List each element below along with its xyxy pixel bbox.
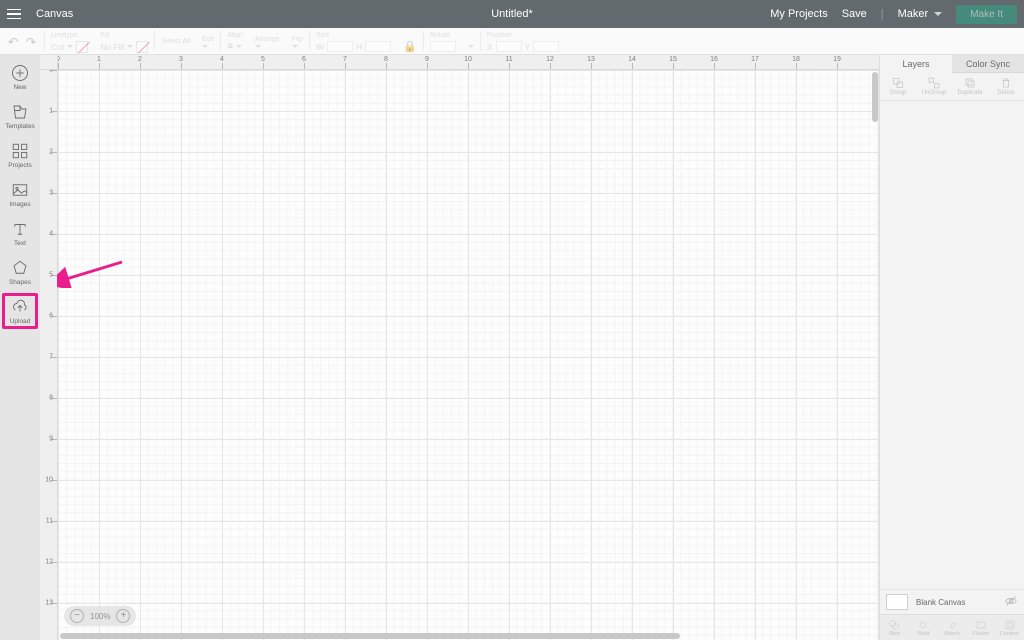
sidebar-item-new[interactable]: New — [2, 59, 38, 95]
fill-control[interactable]: Fill No Fill — [94, 28, 154, 54]
eye-off-icon — [1004, 594, 1018, 608]
linetype-swatch — [76, 41, 88, 53]
machine-label: Maker — [898, 8, 929, 20]
duplicate-icon — [964, 77, 976, 89]
left-sidebar: New Templates Projects Images Text Shape… — [0, 55, 40, 640]
chevron-down-icon — [934, 12, 942, 16]
app-header: Canvas Untitled* My Projects Save | Make… — [0, 0, 1024, 28]
duplicate-button[interactable]: Duplicate — [952, 73, 988, 100]
templates-icon — [11, 103, 29, 121]
chevron-down-icon — [67, 45, 73, 48]
edit-dropdown[interactable]: Edit — [196, 28, 220, 54]
contour-icon — [1004, 619, 1016, 631]
zoom-control[interactable]: − 100% + — [64, 606, 136, 626]
sidebar-item-projects[interactable]: Projects — [2, 137, 38, 173]
sidebar-item-label: New — [13, 84, 26, 91]
chevron-down-icon — [127, 45, 133, 48]
app-name: Canvas — [28, 8, 81, 20]
shapes-icon — [11, 259, 29, 277]
zoom-out-button[interactable]: − — [70, 609, 84, 623]
upload-icon — [11, 298, 29, 316]
properties-toolbar: ↶ ↷ Linetype Cut Fill No Fill Select All… — [0, 28, 1024, 55]
make-it-button[interactable]: Make It — [956, 5, 1017, 24]
tab-color-sync[interactable]: Color Sync — [952, 55, 1024, 73]
sidebar-item-label: Images — [9, 201, 30, 208]
canvas-layer-label: Blank Canvas — [916, 598, 965, 607]
my-projects-link[interactable]: My Projects — [770, 8, 827, 20]
undo-button[interactable]: ↶ — [8, 35, 18, 49]
machine-selector[interactable]: Maker — [898, 8, 943, 20]
sidebar-item-label: Projects — [8, 162, 31, 169]
lock-aspect-button[interactable]: 🔒 — [397, 28, 423, 54]
sidebar-item-upload[interactable]: Upload — [2, 293, 38, 329]
menu-button[interactable] — [0, 0, 28, 28]
sidebar-item-templates[interactable]: Templates — [2, 98, 38, 134]
position-control[interactable]: Position XY — [481, 28, 565, 54]
delete-button[interactable]: Delete — [988, 73, 1024, 100]
size-control[interactable]: Size WH — [310, 28, 397, 54]
plus-circle-icon — [11, 64, 29, 82]
ungroup-icon — [928, 77, 940, 89]
weld-icon — [917, 619, 929, 631]
weld-button[interactable]: Weld — [909, 615, 938, 640]
slice-button[interactable]: Slice — [880, 615, 909, 640]
sidebar-item-label: Text — [14, 240, 26, 247]
save-button[interactable]: Save — [842, 8, 867, 20]
sidebar-item-shapes[interactable]: Shapes — [2, 254, 38, 290]
group-button[interactable]: Group — [880, 73, 916, 100]
separator: | — [881, 8, 884, 20]
group-icon — [892, 77, 904, 89]
align-dropdown[interactable]: Align≡ — [221, 28, 249, 54]
visibility-toggle[interactable] — [1004, 594, 1018, 610]
rotate-control[interactable]: Rotate — [424, 28, 462, 54]
sidebar-item-images[interactable]: Images — [2, 176, 38, 212]
text-icon — [11, 220, 29, 238]
canvas-grid[interactable] — [58, 70, 879, 640]
chevron-down-icon — [468, 45, 474, 48]
chevron-down-icon — [236, 45, 242, 48]
zoom-value: 100% — [90, 612, 110, 621]
sidebar-item-text[interactable]: Text — [2, 215, 38, 251]
layers-list — [880, 101, 1024, 589]
right-panel: Layers Color Sync Group UnGroup Duplicat… — [879, 55, 1024, 640]
select-all-button[interactable]: Select All — [155, 28, 196, 54]
chevron-down-icon — [292, 45, 298, 48]
attach-icon — [946, 619, 958, 631]
horizontal-scrollbar[interactable] — [60, 633, 680, 639]
sidebar-item-label: Templates — [5, 123, 35, 130]
canvas-swatch — [886, 594, 908, 610]
ruler-horizontal: 012345678910111213141516171819 — [58, 55, 879, 70]
flip-dropdown[interactable]: Flip — [286, 28, 309, 54]
ruler-corner — [40, 55, 58, 70]
flatten-button[interactable]: Flatten — [966, 615, 995, 640]
vertical-scrollbar[interactable] — [872, 72, 878, 122]
sidebar-item-label: Upload — [10, 318, 31, 325]
lock-icon: 🔒 — [403, 40, 417, 53]
canvas-area[interactable]: 012345678910111213141516171819 012345678… — [40, 55, 879, 640]
image-icon — [11, 181, 29, 199]
flatten-icon — [975, 619, 987, 631]
ruler-vertical: 012345678910111213 — [40, 70, 58, 640]
linetype-control[interactable]: Linetype Cut — [45, 28, 94, 54]
fill-swatch — [136, 41, 148, 53]
slice-icon — [888, 619, 900, 631]
chevron-down-icon — [202, 45, 208, 48]
arrange-dropdown[interactable]: Arrange — [249, 28, 286, 54]
chevron-down-icon — [255, 45, 261, 48]
projects-icon — [11, 142, 29, 160]
sidebar-item-label: Shapes — [9, 279, 31, 286]
ungroup-button[interactable]: UnGroup — [916, 73, 952, 100]
zoom-in-button[interactable]: + — [116, 609, 130, 623]
canvas-layer-row[interactable]: Blank Canvas — [880, 589, 1024, 614]
trash-icon — [1000, 77, 1012, 89]
contour-button[interactable]: Contour — [995, 615, 1024, 640]
attach-button[interactable]: Attach — [938, 615, 967, 640]
tab-layers[interactable]: Layers — [880, 55, 952, 73]
more-dropdown[interactable] — [462, 28, 480, 54]
redo-button[interactable]: ↷ — [26, 35, 36, 49]
